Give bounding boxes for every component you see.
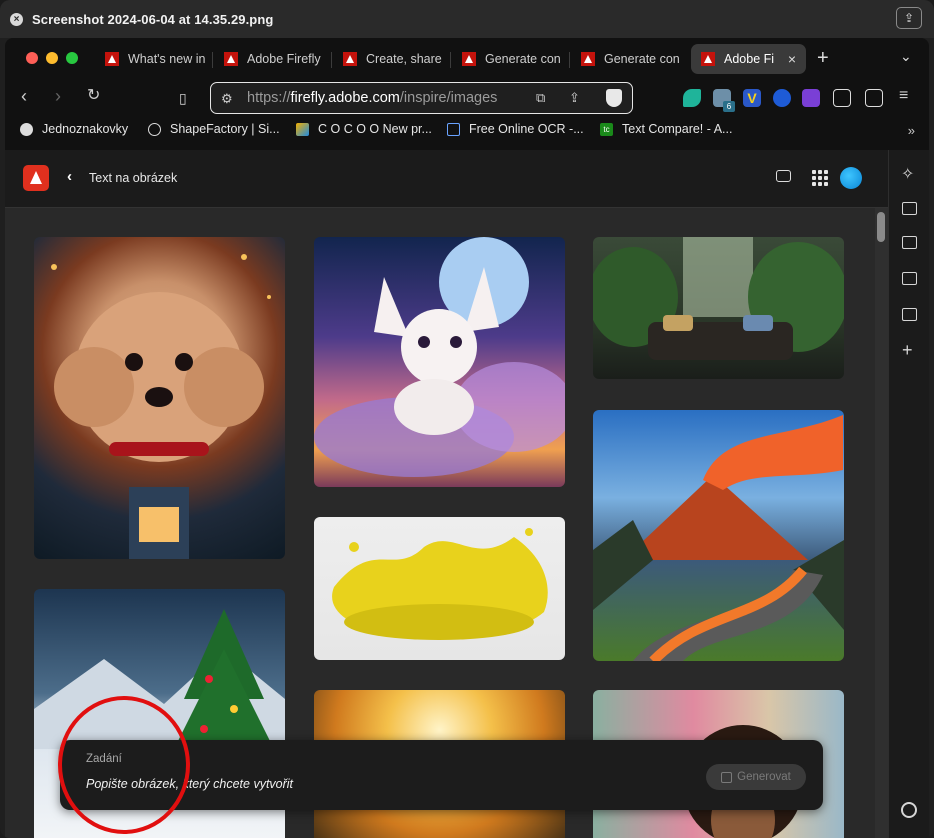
- share-url-icon[interactable]: ⇪: [569, 90, 580, 106]
- adobe-favicon-icon: [343, 52, 357, 66]
- tab-close-icon[interactable]: ×: [788, 51, 796, 67]
- bookmark-label: C O C O O New pr...: [318, 122, 432, 136]
- adobe-favicon-icon: [581, 52, 595, 66]
- browser-chrome: What's new in Adobe Firefly Create, shar…: [5, 38, 929, 150]
- video-icon[interactable]: [902, 202, 917, 215]
- adobe-favicon-icon: [224, 52, 238, 66]
- tab-label: Adobe Firefly: [247, 52, 321, 66]
- firefly-logo-icon[interactable]: [23, 165, 49, 191]
- bookmark-cocoo[interactable]: C O C O O New pr...: [296, 122, 432, 136]
- gear-icon[interactable]: [901, 802, 917, 818]
- jungle-room-image: [593, 237, 844, 360]
- more-bookmarks-icon[interactable]: »: [908, 123, 915, 138]
- new-tab-icon[interactable]: +: [817, 48, 829, 68]
- extension-v-icon[interactable]: V: [743, 89, 761, 107]
- bookmark-label: Jednoznakovky: [42, 122, 129, 136]
- share-icon[interactable]: ⇪: [896, 7, 922, 29]
- white-fox-moon-image: [314, 237, 565, 477]
- url-text[interactable]: https://firefly.adobe.com/inspire/images: [247, 90, 497, 106]
- bookmark-jednoznakovky[interactable]: Jednoznakovky: [20, 122, 128, 136]
- window-title: Screenshot 2024-06-04 at 14.35.29.png: [32, 11, 274, 27]
- generate-label: Generovat: [737, 771, 791, 783]
- back-arrow-icon[interactable]: ‹: [21, 86, 27, 106]
- volcano-image: [593, 415, 844, 661]
- adobe-favicon-icon: [701, 52, 715, 66]
- gallery-card-volcano-lava-road[interactable]: [593, 410, 844, 661]
- ocr-grid-icon: [447, 122, 460, 136]
- tab-label: What's new in: [128, 52, 206, 66]
- tab-adobe-fi-active[interactable]: Adobe Fi ×: [691, 44, 806, 74]
- back-chevron-icon[interactable]: ‹: [67, 168, 72, 185]
- browser-sidebar: ✧ +: [888, 150, 929, 838]
- globe-icon: [20, 122, 33, 136]
- firefly-page: ‹ Text na obrázek Zadání Popište obrázek…: [5, 150, 888, 838]
- zoom-traffic-light[interactable]: [66, 52, 78, 64]
- minimize-traffic-light[interactable]: [46, 52, 58, 64]
- tab-label: Adobe Fi: [724, 52, 775, 66]
- scrollbar-thumb[interactable]: [877, 212, 885, 242]
- sidebar-toggle-icon[interactable]: [865, 89, 883, 107]
- page-scrollbar[interactable]: [875, 208, 888, 838]
- tab-create-share[interactable]: Create, share: [333, 44, 451, 74]
- adobe-favicon-icon: [462, 52, 476, 66]
- address-bar[interactable]: ⚙ https://firefly.adobe.com/inspire/imag…: [210, 82, 633, 114]
- extensions-puzzle-icon[interactable]: [833, 89, 851, 107]
- wallet-icon[interactable]: [902, 308, 917, 321]
- back-link[interactable]: Text na obrázek: [89, 171, 177, 185]
- extension-leaf-icon[interactable]: [683, 89, 701, 107]
- bookmark-label: Text Compare! - A...: [622, 122, 733, 136]
- tab-generate-2[interactable]: Generate con: [571, 44, 689, 74]
- tab-label: Generate con: [604, 52, 680, 66]
- bookmark-text-compare[interactable]: tc Text Compare! - A...: [600, 122, 732, 136]
- bookmarks-bar: Jednoznakovky ShapeFactory | Si... C O C…: [5, 120, 929, 142]
- generate-button[interactable]: Generovat: [706, 764, 806, 790]
- close-window-icon[interactable]: ×: [10, 12, 23, 26]
- gallery-card-yellow-paint-splash[interactable]: [314, 517, 565, 660]
- yellow-splash-image: [332, 528, 548, 640]
- tab-generate-1[interactable]: Generate con: [452, 44, 570, 74]
- gallery-card-jungle-living-room[interactable]: [593, 237, 844, 379]
- feedback-chat-icon[interactable]: [776, 170, 791, 182]
- generate-icon: [721, 771, 733, 783]
- app-header: ‹ Text na obrázek: [5, 150, 888, 208]
- adobe-favicon-icon: [105, 52, 119, 66]
- tab-adobe-firefly[interactable]: Adobe Firefly: [214, 44, 332, 74]
- reading-list-icon[interactable]: [902, 272, 917, 285]
- tab-label: Generate con: [485, 52, 561, 66]
- shapefactory-icon: [148, 122, 161, 136]
- bookmark-shapefactory[interactable]: ShapeFactory | Si...: [148, 122, 280, 136]
- bookmark-label: Free Online OCR -...: [469, 122, 584, 136]
- extension-capture-icon[interactable]: [773, 89, 791, 107]
- reload-icon[interactable]: ↻: [87, 86, 100, 106]
- extension-qr-icon[interactable]: [802, 89, 820, 107]
- apps-grid-icon[interactable]: [812, 170, 828, 186]
- poodle-puppy-image: [51, 254, 271, 559]
- add-panel-icon[interactable]: +: [902, 341, 913, 359]
- close-traffic-light[interactable]: [26, 52, 38, 64]
- gallery-card-white-fox-moon[interactable]: [314, 237, 565, 487]
- tab-strip: What's new in Adobe Firefly Create, shar…: [5, 38, 929, 78]
- forward-arrow-icon[interactable]: ›: [55, 86, 61, 106]
- text-compare-icon: tc: [600, 122, 613, 136]
- bookmarks-icon[interactable]: [902, 236, 917, 249]
- leo-ai-icon[interactable]: ✧: [901, 164, 914, 184]
- navigation-bar: ‹ › ↻ ▯ ⚙ https://firefly.adobe.com/insp…: [5, 80, 929, 116]
- extension-badge: 6: [723, 101, 735, 112]
- avatar[interactable]: [840, 167, 862, 189]
- brave-shield-icon[interactable]: [606, 89, 622, 107]
- red-annotation-circle: [58, 696, 190, 834]
- bookmark-free-ocr[interactable]: Free Online OCR -...: [447, 122, 584, 136]
- tab-whats-new[interactable]: What's new in: [95, 44, 213, 74]
- app-window: × Screenshot 2024-06-04 at 14.35.29.png …: [0, 0, 934, 838]
- gallery-card-poodle-puppy[interactable]: [34, 237, 285, 559]
- tab-list-chevron-icon[interactable]: ⌄: [900, 48, 912, 65]
- tab-label: Create, share: [366, 52, 442, 66]
- cocoo-icon: [296, 122, 309, 136]
- bookmark-label: ShapeFactory | Si...: [170, 122, 280, 136]
- site-settings-icon[interactable]: ⚙: [221, 91, 233, 107]
- window-titlebar: × Screenshot 2024-06-04 at 14.35.29.png …: [0, 0, 934, 38]
- menu-icon[interactable]: ≡: [899, 86, 908, 106]
- open-in-app-icon[interactable]: ⧉: [536, 90, 545, 106]
- bookmark-page-icon[interactable]: ▯: [179, 88, 187, 108]
